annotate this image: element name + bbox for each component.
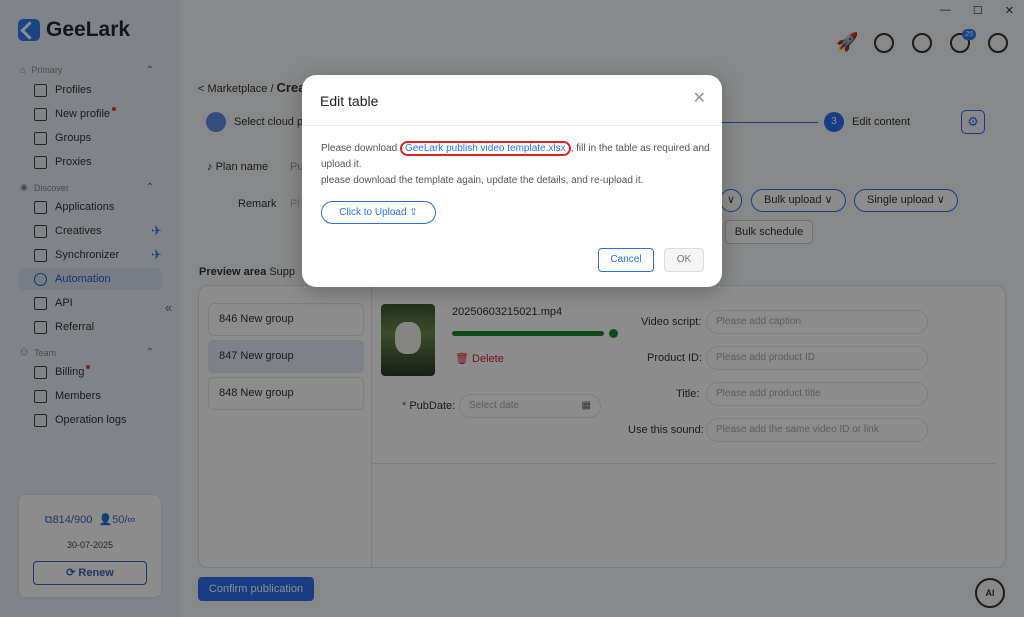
text: please download the template again, upda… (321, 175, 644, 186)
close-icon[interactable]: ✕ (693, 88, 706, 108)
edit-table-dialog: Edit table ✕ Please download GeeLark pub… (302, 75, 722, 287)
divider (302, 125, 722, 126)
dialog-title: Edit table (320, 93, 379, 109)
cancel-button[interactable]: Cancel (598, 248, 654, 272)
click-to-upload-button[interactable]: Click to Upload ⇪ (321, 201, 436, 224)
ok-button[interactable]: OK (664, 248, 704, 272)
text: Please download (321, 143, 400, 154)
dialog-instructions: Please download GeeLark publish video te… (321, 141, 711, 189)
template-download-link[interactable]: GeeLark publish video template.xlsx (399, 141, 571, 156)
